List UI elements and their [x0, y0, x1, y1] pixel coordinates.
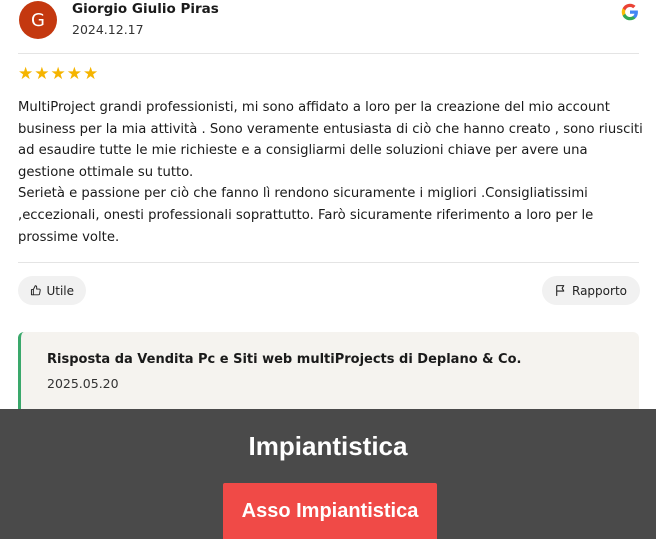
banner-title: Impiantistica [248, 431, 408, 461]
star-rating: ★ ★ ★ ★ ★ [18, 66, 98, 83]
divider [18, 262, 639, 263]
review-text: MultiProject grandi professionisti, mi s… [18, 100, 643, 245]
reply-date: 2025.05.20 [47, 376, 119, 391]
divider [18, 53, 639, 54]
helpful-button[interactable]: Utile [18, 276, 86, 305]
report-button[interactable]: Rapporto [542, 276, 640, 305]
star-icon: ★ [18, 64, 34, 84]
star-icon: ★ [66, 64, 82, 84]
report-label: Rapporto [572, 283, 627, 298]
star-icon: ★ [34, 64, 50, 84]
reply-title: Risposta da Vendita Pc e Siti web multiP… [47, 352, 522, 367]
asso-impiantistica-button[interactable]: Asso Impiantistica [223, 483, 437, 539]
google-icon [621, 3, 638, 21]
avatar: G [19, 1, 57, 39]
category-banner: Impiantistica Asso Impiantistica [0, 409, 656, 539]
star-icon: ★ [83, 64, 99, 84]
review-date: 2024.12.17 [72, 22, 144, 37]
flag-icon [556, 285, 565, 296]
helpful-label: Utile [46, 283, 74, 298]
reviewer-name: Giorgio Giulio Piras [72, 1, 219, 17]
thumbs-up-icon [30, 285, 41, 296]
star-icon: ★ [50, 64, 66, 84]
